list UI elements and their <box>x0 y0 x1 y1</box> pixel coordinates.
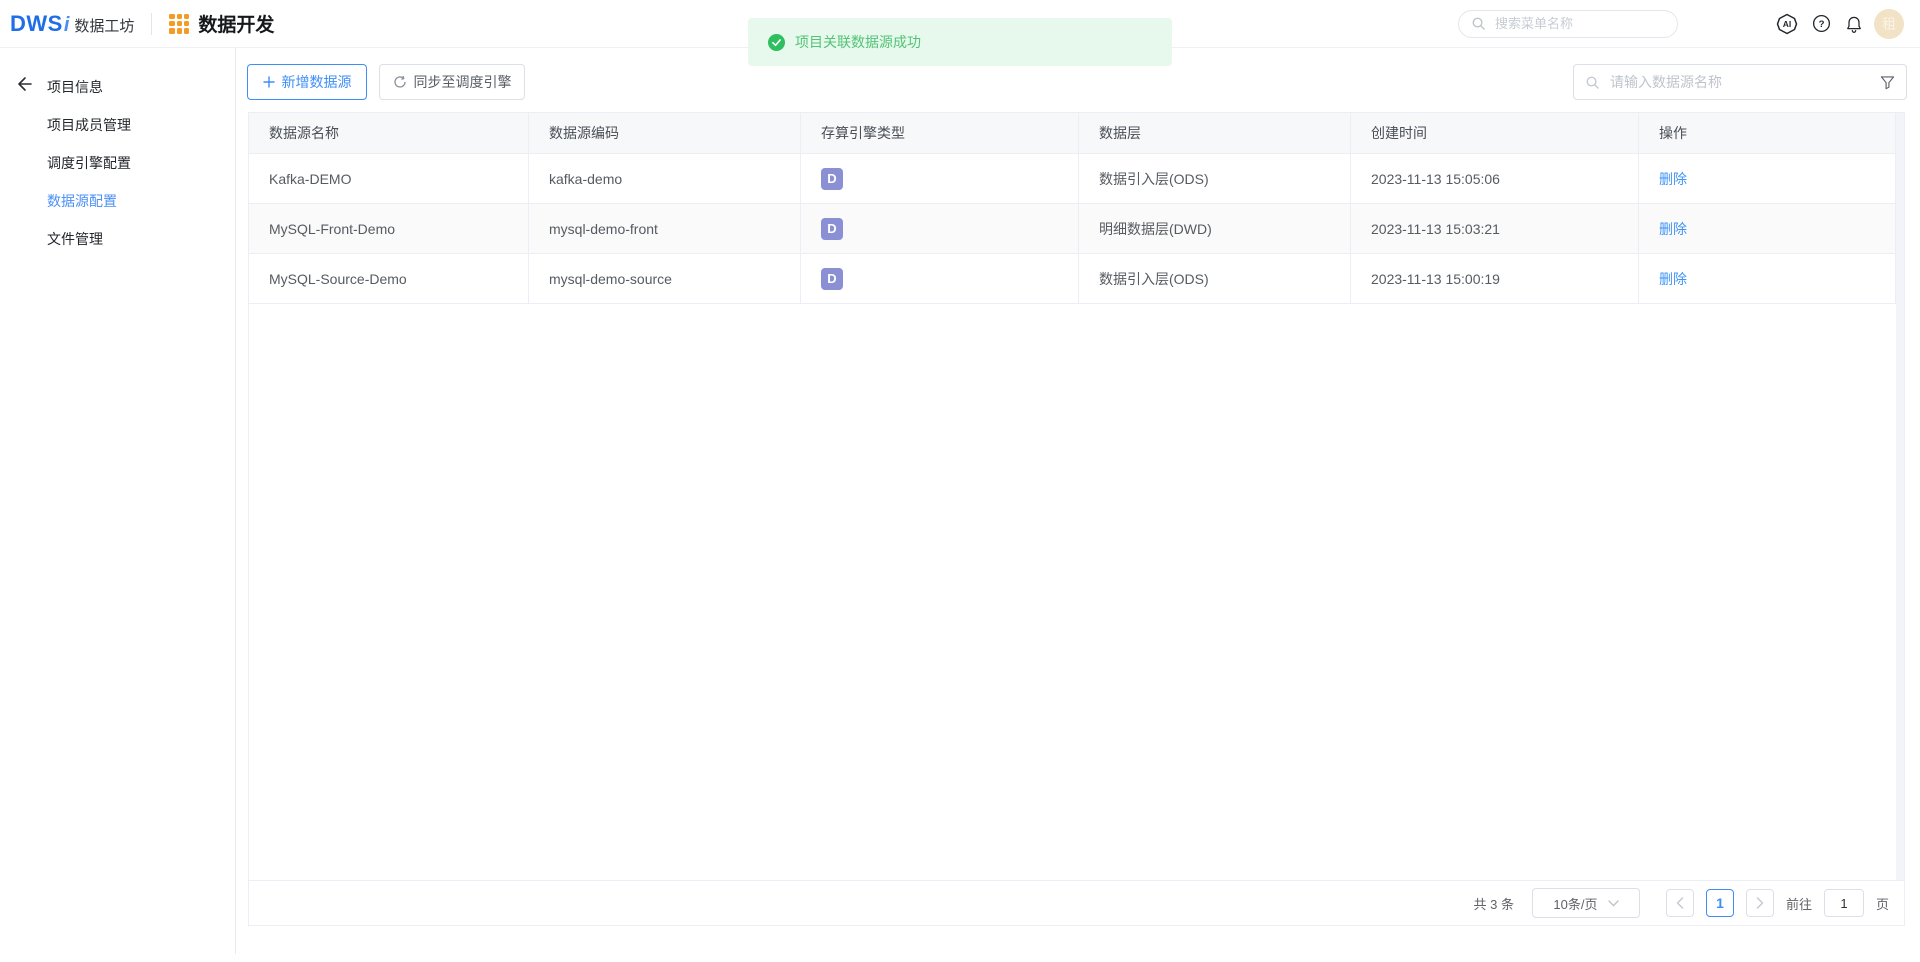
goto-label: 前往 <box>1786 894 1812 913</box>
column-header: 存算引擎类型 <box>801 113 1079 153</box>
sidebar-item-4[interactable]: 文件管理 <box>47 220 225 258</box>
engine-type-badge: D <box>821 218 843 240</box>
table-row: MySQL-Source-Demomysql-demo-source D 数据引入层… <box>249 254 1896 304</box>
table-row: MySQL-Front-Demomysql-demo-front D 明细数据层(D… <box>249 204 1896 254</box>
chevron-right-icon <box>1756 897 1764 909</box>
chevron-down-icon <box>1608 900 1619 907</box>
cell-datasource-name: MySQL-Front-Demo <box>249 204 529 253</box>
sync-to-scheduler-button[interactable]: 同步至调度引擎 <box>379 64 525 100</box>
page-unit-label: 页 <box>1876 894 1889 913</box>
main-content: 新增数据源 同步至调度引擎 数据源名称数据源编码存算引擎类型数据层创建时间操作 … <box>236 48 1920 962</box>
menu-search-box[interactable] <box>1458 10 1678 38</box>
cell-datasource-code: mysql-demo-front <box>529 204 801 253</box>
ai-assistant-icon[interactable]: AI <box>1775 12 1799 36</box>
cell-datasource-code: kafka-demo <box>529 154 801 203</box>
table-row: Kafka-DEMOkafka-demo D 数据引入层(ODS)2023-11-1… <box>249 154 1896 204</box>
success-toast: 项目关联数据源成功 <box>748 18 1172 66</box>
cell-created-time: 2023-11-13 15:03:21 <box>1351 204 1639 253</box>
menu-search-input[interactable] <box>1493 15 1665 32</box>
page-size-select[interactable]: 10条/页 <box>1532 888 1640 918</box>
column-header: 数据层 <box>1079 113 1351 153</box>
app-title: 数据开发 <box>198 10 274 37</box>
navbar-right: AI ? 租 <box>1458 9 1904 39</box>
column-header: 创建时间 <box>1351 113 1639 153</box>
add-datasource-button[interactable]: 新增数据源 <box>247 64 367 100</box>
page-number-button[interactable]: 1 <box>1706 889 1734 917</box>
sidebar-item-2[interactable]: 调度引擎配置 <box>47 144 225 182</box>
project-sidebar: 项目信息项目成员管理调度引擎配置数据源配置文件管理 <box>0 48 236 954</box>
datasource-search-input[interactable] <box>1608 73 1880 91</box>
sidebar-item-1[interactable]: 项目成员管理 <box>47 106 225 144</box>
datasource-search-box[interactable] <box>1573 64 1907 100</box>
notification-bell-icon[interactable] <box>1844 14 1864 34</box>
logo-product-name: 数据工坊 <box>74 15 134 36</box>
toast-message: 项目关联数据源成功 <box>795 32 921 52</box>
goto-page-input[interactable] <box>1824 889 1864 917</box>
svg-text:?: ? <box>1819 19 1825 30</box>
next-page-button[interactable] <box>1746 889 1774 917</box>
logo-i: i <box>64 14 70 37</box>
cell-created-time: 2023-11-13 15:00:19 <box>1351 254 1639 303</box>
delete-link[interactable]: 删除 <box>1659 269 1687 289</box>
help-icon[interactable]: ? <box>1811 13 1832 34</box>
cell-engine-type: D <box>801 254 1079 303</box>
success-check-icon <box>768 34 785 51</box>
cell-created-time: 2023-11-13 15:05:06 <box>1351 154 1639 203</box>
column-header: 操作 <box>1639 113 1896 153</box>
engine-type-badge: D <box>821 168 843 190</box>
sync-to-scheduler-label: 同步至调度引擎 <box>414 72 512 92</box>
logo-text: DWS <box>10 11 63 37</box>
delete-link[interactable]: 删除 <box>1659 169 1687 189</box>
cell-data-layer: 数据引入层(ODS) <box>1079 254 1351 303</box>
delete-link[interactable]: 删除 <box>1659 219 1687 239</box>
navbar-divider <box>151 13 152 35</box>
page-size-value: 10条/页 <box>1553 894 1597 913</box>
sidebar-menu: 项目信息项目成员管理调度引擎配置数据源配置文件管理 <box>47 68 225 258</box>
table-header-row: 数据源名称数据源编码存算引擎类型数据层创建时间操作 <box>249 113 1896 154</box>
cell-data-layer: 数据引入层(ODS) <box>1079 154 1351 203</box>
cell-actions: 删除 <box>1639 204 1896 253</box>
app-grid-icon <box>169 14 189 34</box>
datasource-table-panel: 数据源名称数据源编码存算引擎类型数据层创建时间操作 Kafka-DEMOkafk… <box>248 112 1905 926</box>
cell-datasource-name: MySQL-Source-Demo <box>249 254 529 303</box>
table-body: Kafka-DEMOkafka-demoD数据引入层(ODS)2023-11-1… <box>249 154 1904 304</box>
cell-actions: 删除 <box>1639 254 1896 303</box>
cell-datasource-code: mysql-demo-source <box>529 254 801 303</box>
column-header: 数据源编码 <box>529 113 801 153</box>
chevron-left-icon <box>1676 897 1684 909</box>
plus-icon <box>263 76 275 88</box>
prev-page-button[interactable] <box>1666 889 1694 917</box>
column-header: 数据源名称 <box>249 113 529 153</box>
table-wrap: 数据源名称数据源编码存算引擎类型数据层创建时间操作 Kafka-DEMOkafk… <box>249 113 1904 880</box>
add-datasource-label: 新增数据源 <box>282 72 352 92</box>
cell-engine-type: D <box>801 154 1079 203</box>
sidebar-item-0[interactable]: 项目信息 <box>47 68 225 106</box>
navbar-left: DWSi 数据工坊 数据开发 <box>10 10 274 37</box>
cell-datasource-name: Kafka-DEMO <box>249 154 529 203</box>
pagination-bar: 共 3 条 10条/页 1 前往 页 <box>249 880 1904 925</box>
back-arrow-icon[interactable] <box>14 74 34 94</box>
refresh-icon <box>393 75 407 89</box>
search-icon <box>1585 75 1600 90</box>
vertical-scrollbar[interactable] <box>1896 113 1904 880</box>
sidebar-item-3[interactable]: 数据源配置 <box>47 182 225 220</box>
search-icon <box>1471 16 1486 31</box>
cell-engine-type: D <box>801 204 1079 253</box>
cell-data-layer: 明细数据层(DWD) <box>1079 204 1351 253</box>
filter-funnel-icon[interactable] <box>1880 75 1895 90</box>
engine-type-badge: D <box>821 268 843 290</box>
brand-logo[interactable]: DWSi 数据工坊 <box>10 11 134 37</box>
cell-actions: 删除 <box>1639 154 1896 203</box>
svg-text:AI: AI <box>1783 19 1792 29</box>
total-count-label: 共 3 条 <box>1474 894 1514 913</box>
user-avatar[interactable]: 租 <box>1874 9 1904 39</box>
